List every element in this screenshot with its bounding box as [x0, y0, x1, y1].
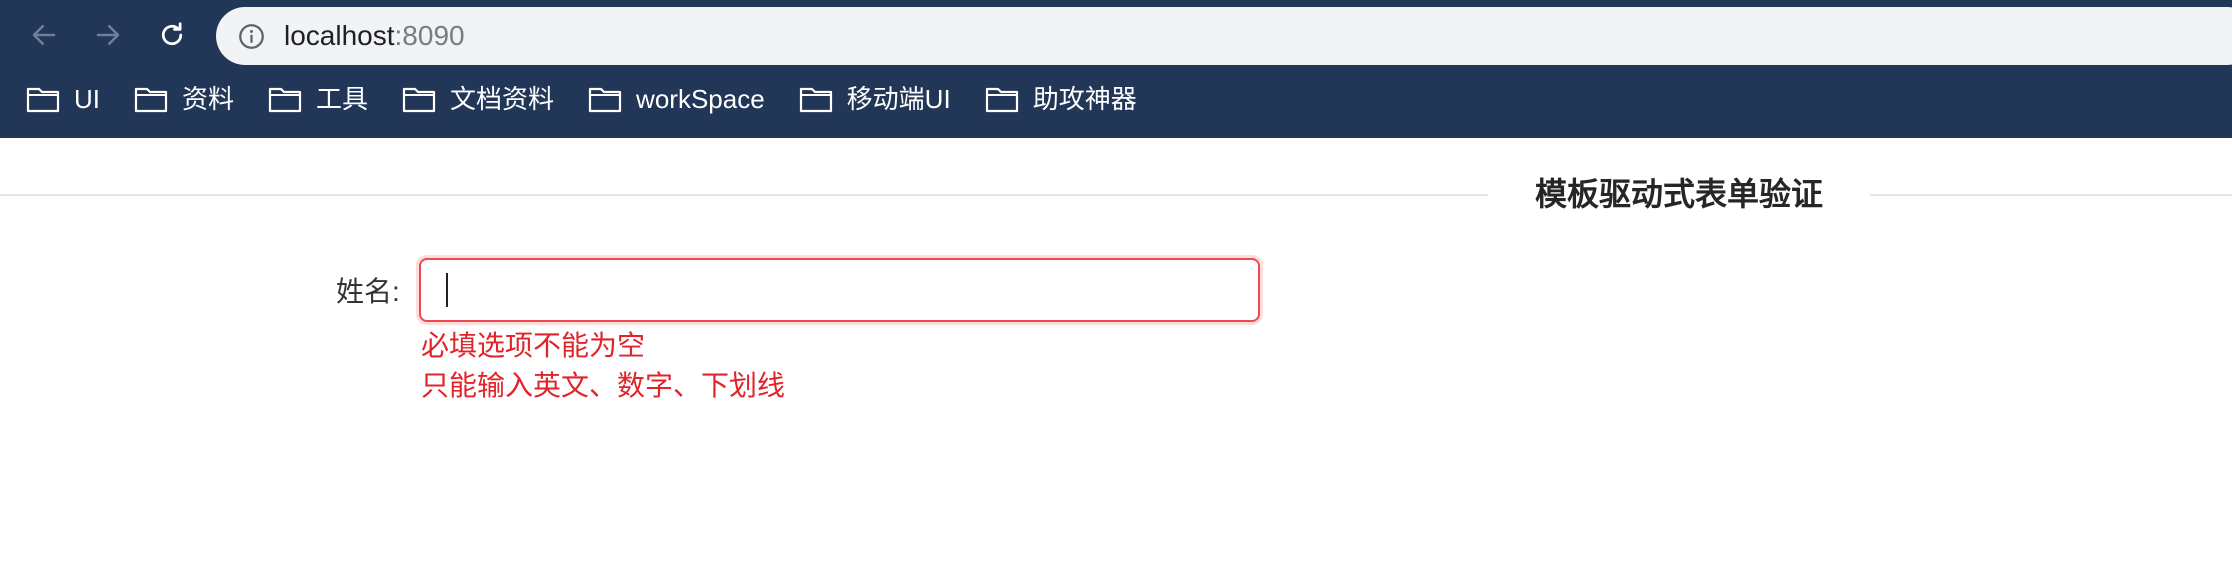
title-divider-left	[0, 194, 1488, 196]
text-caret	[446, 273, 448, 307]
page-content: 模板驱动式表单验证 姓名: 必填选项不能为空 只能输入英文、数字、下划线	[0, 138, 2232, 570]
bookmark-label: 工具	[316, 84, 369, 114]
folder-icon	[985, 87, 1018, 113]
name-label: 姓名:	[336, 276, 400, 307]
address-bar[interactable]: localhost:8090	[216, 7, 2232, 65]
error-pattern: 只能输入英文、数字、下划线	[421, 370, 786, 401]
title-divider-right	[1870, 194, 2232, 196]
bookmark-workspace[interactable]: workSpace	[588, 84, 765, 114]
bookmark-label: 资料	[182, 84, 235, 114]
folder-icon	[588, 87, 622, 113]
reload-icon	[161, 22, 183, 46]
name-field[interactable]	[419, 258, 1260, 322]
bookmark-ui[interactable]: UI	[26, 84, 100, 114]
back-button[interactable]	[22, 13, 66, 57]
bookmark-wendang-ziliao[interactable]: 文档资料	[402, 84, 554, 114]
bookmark-gongju[interactable]: 工具	[268, 84, 368, 114]
name-input[interactable]	[421, 260, 1258, 320]
bookmark-label: 文档资料	[450, 84, 555, 114]
folder-icon	[402, 87, 436, 113]
browser-chrome: localhost:8090 UI 资料 工具 文档资料 workSpace 移…	[0, 0, 2232, 138]
bookmark-label: workSpace	[636, 84, 765, 114]
url-port: :8090	[394, 20, 465, 51]
reload-button[interactable]	[150, 13, 194, 57]
error-required: 必填选项不能为空	[421, 330, 646, 361]
bookmark-zhugong-shenqi[interactable]: 助攻神器	[985, 84, 1137, 114]
page-title: 模板驱动式表单验证	[1534, 176, 1823, 212]
url-host: localhost	[284, 20, 395, 51]
info-icon[interactable]	[238, 23, 265, 50]
arrow-right-icon	[96, 25, 120, 45]
bookmark-label: 移动端UI	[846, 84, 951, 114]
bookmark-mobile-ui[interactable]: 移动端UI	[799, 84, 951, 114]
forward-button[interactable]	[86, 13, 130, 57]
bookmark-label: 助攻神器	[1032, 84, 1137, 114]
bookmark-label: UI	[74, 84, 100, 114]
folder-icon	[26, 87, 60, 113]
bookmark-ziliao[interactable]: 资料	[134, 84, 234, 114]
bookmarks-bar: UI 资料 工具 文档资料 workSpace 移动端UI 助攻神器	[26, 80, 1171, 118]
folder-icon	[799, 87, 832, 113]
folder-icon	[134, 87, 168, 113]
arrow-left-icon	[32, 25, 56, 45]
url-text[interactable]: localhost:8090	[284, 20, 465, 52]
folder-icon	[268, 87, 302, 113]
